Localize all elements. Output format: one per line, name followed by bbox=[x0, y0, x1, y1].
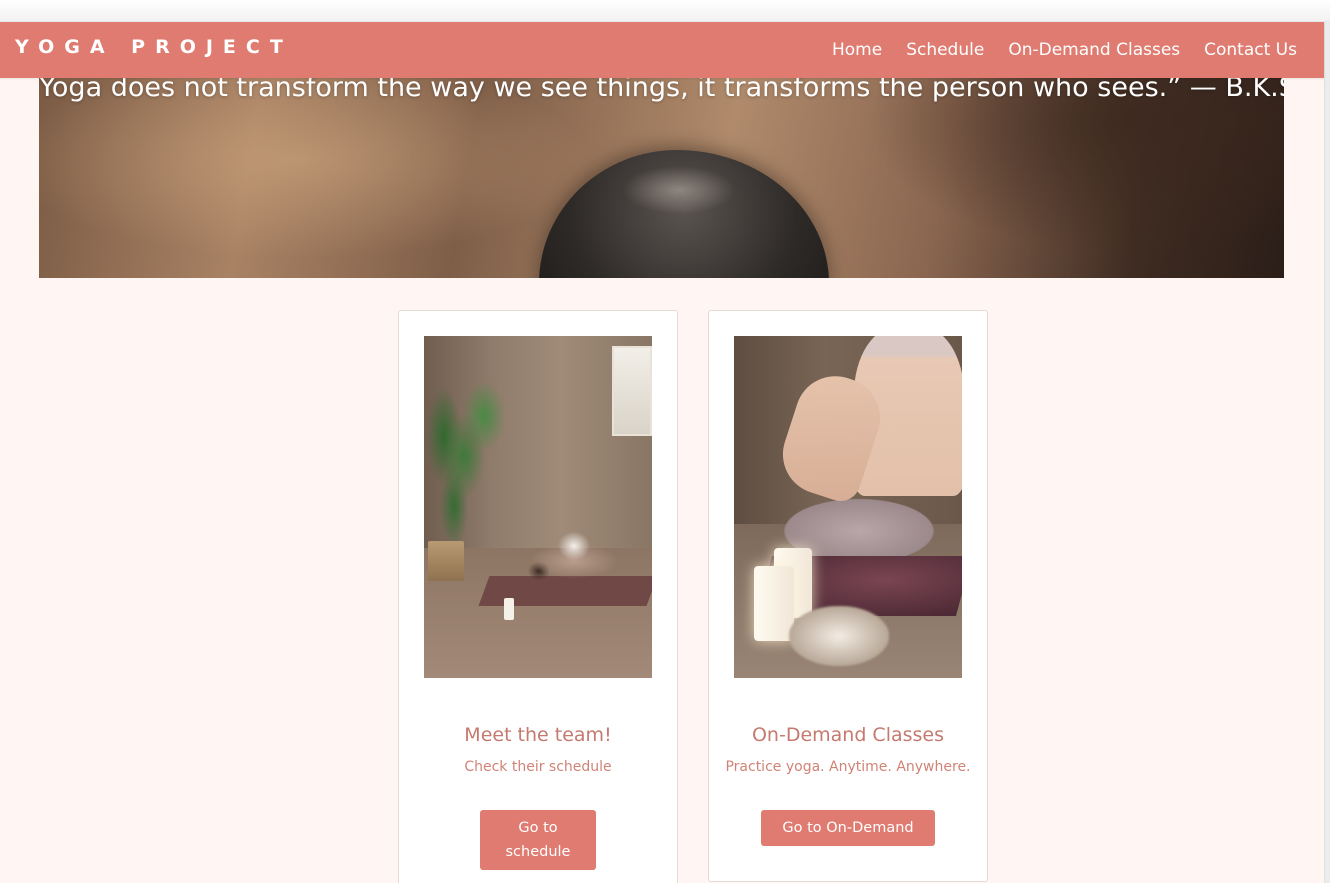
nav-link-schedule[interactable]: Schedule bbox=[906, 40, 984, 60]
go-to-schedule-button[interactable]: Go to schedule bbox=[480, 810, 596, 870]
nav-link-home[interactable]: Home bbox=[832, 40, 882, 60]
nav-link-contact-us[interactable]: Contact Us bbox=[1204, 40, 1297, 60]
page-scrollbar[interactable] bbox=[1324, 22, 1330, 883]
brand-logo[interactable]: YOGA PROJECT bbox=[15, 36, 293, 58]
card-meet-the-team: Meet the team! Check their schedule Go t… bbox=[398, 310, 678, 883]
card-title: Meet the team! bbox=[464, 724, 612, 746]
team-yoga-photo bbox=[424, 336, 652, 678]
photo-candle bbox=[504, 598, 514, 620]
photo-basket bbox=[428, 541, 464, 581]
card-subtitle: Check their schedule bbox=[464, 759, 612, 775]
photo-dish bbox=[789, 606, 889, 666]
photo-candle bbox=[754, 566, 794, 641]
meditation-photo bbox=[734, 336, 962, 678]
go-to-on-demand-button[interactable]: Go to On-Demand bbox=[761, 810, 935, 846]
card-subtitle: Practice yoga. Anytime. Anywhere. bbox=[725, 759, 971, 775]
photo-person bbox=[514, 526, 634, 586]
nav-links: Home Schedule On-Demand Classes Contact … bbox=[832, 40, 1297, 60]
nav-link-on-demand-classes[interactable]: On-Demand Classes bbox=[1008, 40, 1180, 60]
photo-window bbox=[612, 346, 652, 436]
card-on-demand-classes: On-Demand Classes Practice yoga. Anytime… bbox=[708, 310, 988, 882]
card-title: On-Demand Classes bbox=[751, 724, 945, 746]
hero-banner: Yoga does not transform the way we see t… bbox=[39, 50, 1284, 278]
hero-stone-image bbox=[539, 150, 829, 278]
browser-top-strip bbox=[0, 0, 1330, 22]
navbar: YOGA PROJECT Home Schedule On-Demand Cla… bbox=[0, 22, 1324, 78]
